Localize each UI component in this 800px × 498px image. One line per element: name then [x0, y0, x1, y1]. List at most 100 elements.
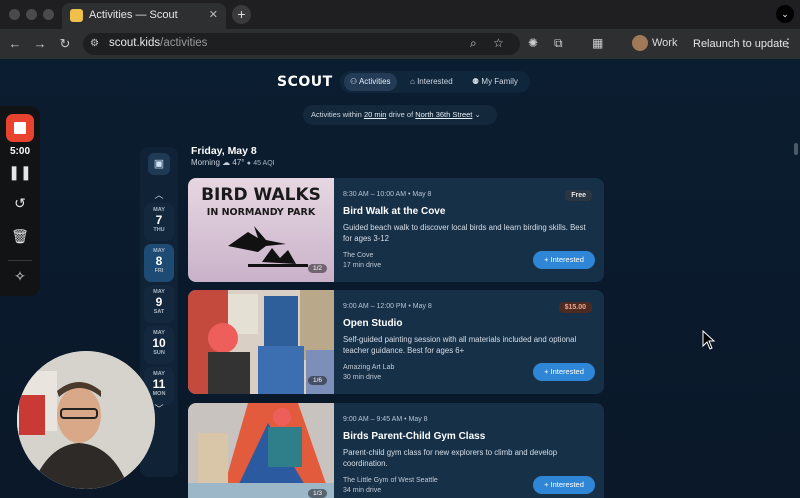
forward-arrow-icon[interactable]: → [32, 36, 48, 51]
activity-card[interactable]: BIRD WALKS IN NORMANDY PARK 1/2 8:30 AM … [188, 178, 604, 282]
back-arrow-icon[interactable]: ← [7, 36, 23, 51]
activity-description: Guided beach walk to discover local bird… [343, 223, 586, 243]
date-weekday: SUN [153, 350, 165, 356]
activity-drive: 34 min drive [343, 487, 382, 494]
tab-activities-nav[interactable]: ⚇ Activities [344, 73, 397, 91]
filter-distance[interactable]: 20 min [364, 110, 387, 119]
chevron-down-icon: ⌄ [474, 110, 481, 119]
new-tab-button[interactable]: + [232, 5, 251, 24]
day-period: Morning [191, 158, 220, 167]
inbox-icon: ⌂ [410, 77, 415, 86]
price-badge: $15.00 [558, 302, 592, 313]
image-subheadline: IN NORMANDY PARK [207, 207, 316, 218]
tab-search-button[interactable]: ⌄ [776, 5, 794, 23]
date-weekday: SAT [153, 309, 165, 315]
date-chip-selected[interactable]: MAY 8 FRI [144, 244, 174, 282]
activity-title[interactable]: Bird Walk at the Cove [343, 206, 445, 217]
day-weather: Morning ☁ 47° ● 45 AQI [191, 158, 275, 167]
nav-interested-label: Interested [417, 77, 453, 86]
activity-title[interactable]: Birds Parent-Child Gym Class [343, 431, 485, 442]
relaunch-button[interactable]: Relaunch to update [686, 34, 788, 54]
divider [8, 260, 32, 261]
filter-middle: drive of [388, 110, 414, 119]
activity-card[interactable]: 1/3 9:00 AM – 9:45 AM • May 8 Birds Pare… [188, 403, 604, 498]
url-text: scout.kids/activities [109, 37, 208, 49]
image-counter: 1/2 [308, 264, 328, 273]
profile-avatar [632, 35, 648, 51]
date-chip[interactable]: MAY 10 SUN [144, 326, 174, 364]
date-day: 9 [155, 295, 163, 309]
day-aqi: 45 AQI [253, 160, 275, 167]
recording-timer: 5:00 [9, 146, 30, 157]
date-day: 8 [155, 254, 163, 268]
interested-label: Interested [550, 255, 584, 264]
page-scrollbar[interactable] [794, 143, 798, 155]
scout-logo[interactable]: SCOUT [277, 74, 333, 90]
date-chip[interactable]: MAY 7 THU [144, 203, 174, 241]
address-bar[interactable]: ⚙ scout.kids/activities ⌕ ☆ [83, 33, 520, 55]
activity-drive: 17 min drive [343, 262, 382, 269]
close-window-button[interactable] [9, 9, 20, 20]
activity-place: The Little Gym of West Seattle [343, 477, 438, 484]
activity-image[interactable] [188, 403, 334, 498]
tab-activities[interactable]: Activities — Scout ✕ [62, 3, 226, 29]
scout-favicon-icon [70, 9, 83, 22]
puzzle-extensions-icon[interactable]: ⧉ [554, 36, 563, 51]
date-day: 10 [152, 336, 166, 350]
bookmark-star-icon[interactable]: ☆ [493, 36, 504, 50]
image-counter: 1/3 [308, 489, 328, 498]
cloud-icon: ☁ [222, 158, 231, 167]
minimize-window-button[interactable] [26, 9, 37, 20]
tab-close-icon[interactable]: ✕ [209, 8, 218, 21]
calendar-icon[interactable]: ▣ [148, 153, 170, 175]
interested-button[interactable]: + Interested [533, 251, 595, 269]
filter-prefix: Activities within [311, 110, 362, 119]
recording-widget: 5:00 ❚❚ ↺ 🗑 ✧ [0, 106, 40, 296]
image-counter: 1/6 [308, 376, 328, 385]
browser-toolbar: ← → ↻ ⚙ scout.kids/activities ⌕ ☆ ✺ ⧉ ▦ … [0, 29, 800, 59]
filter-location[interactable]: North 36th Street [415, 110, 472, 119]
tab-title: Activities — Scout [89, 9, 178, 21]
tab-bar: Activities — Scout ✕ + ⌄ [0, 0, 800, 29]
activity-time: 9:00 AM – 9:45 AM • May 8 [343, 416, 428, 423]
chevron-up-icon[interactable]: ︿ [140, 188, 178, 201]
activity-time: 8:30 AM – 10:00 AM • May 8 [343, 191, 432, 198]
day-temperature: 47° [232, 158, 245, 167]
nav-family-label: My Family [481, 77, 518, 86]
distance-filter[interactable]: Activities within 20 min drive of North … [303, 105, 497, 125]
activity-card[interactable]: 1/6 9:00 AM – 12:00 PM • May 8 Open Stud… [188, 290, 604, 394]
image-headline: BIRD WALKS [201, 185, 321, 205]
mouse-cursor-icon [702, 330, 716, 350]
people-icon: ⚉ [472, 77, 480, 86]
trash-icon[interactable]: 🗑 [0, 228, 40, 245]
site-settings-icon[interactable]: ⚙ [90, 38, 99, 49]
activity-title[interactable]: Open Studio [343, 318, 402, 329]
interested-button[interactable]: + Interested [533, 476, 595, 494]
extension-icon[interactable]: ✺ [528, 36, 538, 50]
activity-drive: 30 min drive [343, 374, 382, 381]
date-chip[interactable]: MAY 9 SAT [144, 285, 174, 323]
tab-interested-nav[interactable]: ⌂ Interested [404, 73, 459, 91]
stop-icon [14, 122, 26, 134]
reload-icon[interactable]: ↻ [57, 36, 73, 52]
interested-button[interactable]: + Interested [533, 363, 595, 381]
stop-recording-button[interactable] [6, 114, 34, 142]
activity-place: The Cove [343, 252, 374, 259]
confetti-icon[interactable]: ✧ [0, 268, 40, 285]
interested-label: Interested [550, 480, 584, 489]
person-icon: ⚇ [350, 77, 358, 86]
date-weekday: FRI [154, 268, 164, 274]
aqi-dot-icon: ● [246, 160, 251, 167]
zoom-icon[interactable]: ⌕ [470, 36, 477, 51]
restart-icon[interactable]: ↺ [0, 195, 40, 212]
tab-groups-icon[interactable]: ▦ [592, 36, 603, 50]
zoom-window-button[interactable] [43, 9, 54, 20]
nav-activities-label: Activities [358, 77, 391, 86]
webcam-bubble[interactable] [17, 351, 155, 489]
tab-family-nav[interactable]: ⚉ My Family [466, 73, 524, 91]
activity-description: Self-guided painting session with all ma… [343, 335, 577, 355]
more-menu-icon[interactable]: ⋮ [782, 36, 794, 50]
browser-window: Activities — Scout ✕ + ⌄ ← → ↻ ⚙ scout.k… [0, 0, 800, 498]
date-weekday: THU [153, 227, 165, 233]
pause-icon[interactable]: ❚❚ [0, 164, 40, 181]
